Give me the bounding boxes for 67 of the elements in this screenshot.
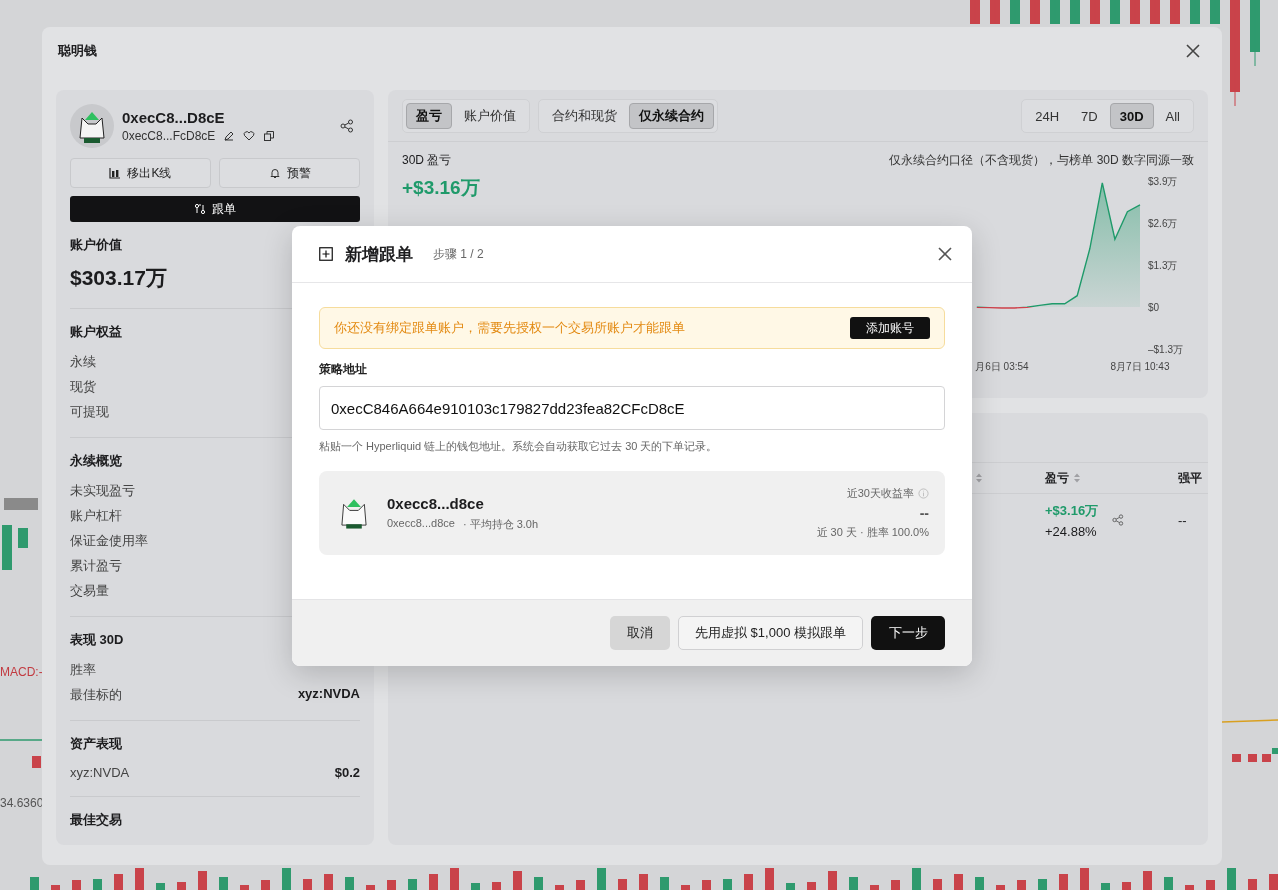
warning-text: 你还没有绑定跟单账户，需要先授权一个交易所账户才能跟单 (334, 319, 685, 337)
tab[interactable]: 合约和现货 (542, 103, 627, 129)
row-label: xyz:NVDA (70, 765, 130, 780)
section-title: 账户权益 (70, 323, 122, 341)
alert-button[interactable]: 预警 (219, 158, 360, 188)
section-title: 账户价值 (70, 236, 122, 254)
row-label: 最佳标的 (70, 686, 122, 704)
next-button[interactable]: 下一步 (871, 616, 945, 650)
candles-button[interactable]: 移出K线 (70, 158, 211, 188)
axis-label: $0 (1148, 302, 1160, 313)
field-label: 策略地址 (319, 361, 368, 378)
row-label: 保证金使用率 (70, 532, 148, 550)
wallet-name: 0xecC8...D8cE (122, 109, 226, 126)
axis-label: $2.6万 (1148, 218, 1178, 229)
axis-label: –$1.3万 (1148, 344, 1184, 355)
column-header[interactable]: 强平 (1178, 469, 1202, 487)
return-value: -- (919, 505, 929, 521)
tab[interactable]: 盈亏 (406, 103, 452, 129)
tab[interactable]: 30D (1109, 103, 1154, 129)
tab[interactable]: 7D (1071, 103, 1108, 129)
tab[interactable]: 账户价值 (454, 103, 526, 129)
row-label: 现货 (70, 378, 96, 396)
metric-value: +$3.16万 (402, 176, 480, 200)
section-title: 资产表现 (70, 735, 122, 753)
row-label: 永续 (70, 353, 96, 371)
row-value: $0.2 (334, 765, 360, 780)
average-hold: · 平均持仓 3.0h (462, 516, 539, 532)
address-field[interactable]: 0xecC846A664e910103c179827dd23fea82CFcD8cE (319, 386, 945, 430)
axis-label: $1.3万 (1148, 260, 1178, 271)
row-value: xyz:NVDA (297, 686, 360, 703)
window-title: 聪明钱 (58, 42, 97, 60)
axis-label: $3.9万 (1148, 176, 1178, 187)
row-label: 胜率 (70, 661, 96, 679)
table-cell: -- (1178, 512, 1187, 528)
trader-address: 0xecc8...d8ce (387, 516, 455, 531)
axis-label: 月6日 03:54 (975, 361, 1029, 372)
modal-title: 新增跟单 (345, 243, 413, 266)
trader-summary: 近 30 天 · 胜率 100.0% (816, 525, 929, 540)
step-indicator: 步骤 1 / 2 (433, 245, 484, 263)
row-label: 累计盈亏 (70, 557, 122, 575)
column-header[interactable]: 盈亏 (1045, 469, 1069, 487)
add-account-button[interactable]: 添加账号 (850, 317, 930, 339)
chart-note: 仅永续合约口径（不含现货），与榜单 30D 数字同源一致 (889, 152, 1194, 169)
wallet-address: 0xecC8...FcD8cE (122, 129, 216, 143)
row-label: 未实现盈亏 (70, 482, 135, 500)
follow-button[interactable]: 跟单 (70, 196, 360, 222)
section-title: 永续概览 (70, 452, 122, 470)
account-value: $303.17万 (70, 265, 167, 291)
tab[interactable]: 24H (1025, 103, 1070, 129)
indicator-label: MACD:- (0, 665, 43, 679)
tab[interactable]: All (1155, 103, 1190, 129)
cancel-button[interactable]: 取消 (610, 616, 670, 650)
row-label: 账户杠杆 (70, 507, 122, 525)
axis-label: 8月7日 10:43 (1110, 361, 1170, 372)
simulate-button[interactable]: 先用虚拟 $1,000 模拟跟单 (678, 616, 863, 650)
field-hint: 粘贴一个 Hyperliquid 链上的钱包地址。系统会自动获取它过去 30 天的下单记录。 (319, 439, 719, 454)
metric-label: 30D 盈亏 (402, 152, 453, 169)
row-label: 可提现 (70, 403, 109, 421)
tab[interactable]: 仅永续合约 (629, 103, 714, 129)
trader-name: 0xecc8...d8ce (387, 494, 485, 512)
pnl-value: +$3.16万 (1045, 501, 1099, 520)
pnl-percent: +24.88% (1045, 523, 1098, 539)
return-label: 近30天收益率 (846, 486, 914, 501)
section-title: 表现 30D (70, 631, 124, 649)
row-label: 交易量 (70, 582, 109, 600)
section-title: 最佳交易 (70, 811, 122, 829)
price-label: 34.6360 (0, 796, 44, 810)
